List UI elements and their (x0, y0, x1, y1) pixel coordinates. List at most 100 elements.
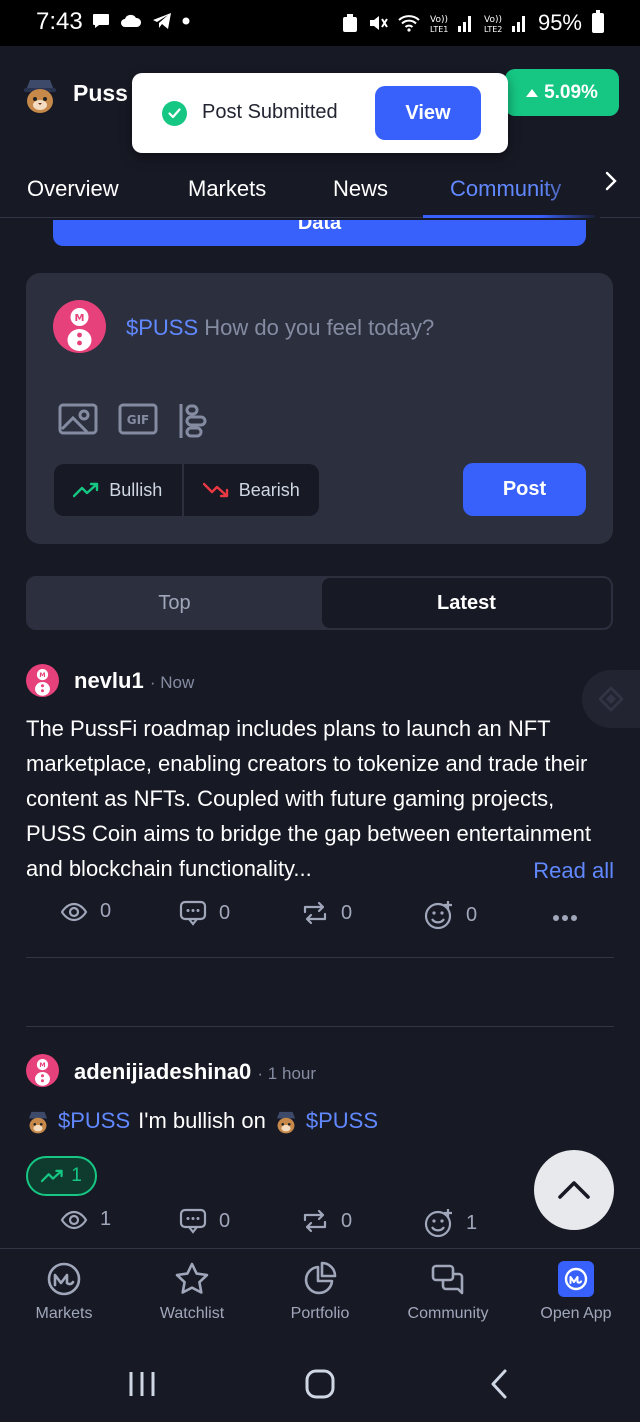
post-card[interactable]: M nevlu1 · Now The PussFi roadmap includ… (26, 662, 614, 932)
battery-icon (592, 10, 604, 33)
user-avatar: M (53, 300, 106, 353)
add-reaction-icon (424, 901, 452, 930)
battery-percent: 95% (537, 10, 582, 35)
composer-prompt[interactable]: $PUSS How do you feel today? (126, 315, 434, 341)
post-button[interactable]: Post (463, 463, 586, 516)
post-stats: 0 0 0 0 (26, 900, 614, 940)
svg-text:GIF: GIF (127, 413, 150, 427)
nav-community-label: Community (407, 1305, 489, 1322)
reposts-count: 0 (341, 901, 353, 924)
reactions-count: 1 (466, 1211, 478, 1234)
react-button[interactable]: 0 (424, 900, 477, 930)
cashtag-link[interactable]: $PUSS (58, 1103, 130, 1138)
nav-portfolio[interactable]: Portfolio (256, 1261, 384, 1323)
puss-coin-icon (276, 1111, 295, 1133)
image-icon[interactable] (58, 403, 98, 435)
side-floating-tab[interactable] (582, 670, 640, 728)
alarm-icon (342, 14, 357, 32)
svg-text:Vo)): Vo)) (484, 15, 502, 25)
repost-icon (303, 1209, 327, 1233)
nav-portfolio-label: Portfolio (290, 1305, 350, 1322)
bullish-count: 1 (71, 1165, 82, 1186)
svg-text:LTE1: LTE1 (430, 25, 448, 34)
gif-icon[interactable]: GIF (118, 403, 158, 435)
bottom-nav: Markets Watchlist Portfolio Community Op… (0, 1248, 640, 1344)
view-post-button[interactable]: View (375, 86, 481, 140)
tab-top[interactable]: Top (28, 578, 321, 628)
bearish-label: Bearish (238, 479, 300, 500)
repost-button[interactable]: 0 (301, 900, 352, 926)
svg-text:M: M (39, 1062, 45, 1069)
check-circle-icon (162, 101, 187, 126)
toast-message: Post Submitted (202, 101, 338, 123)
comment-button[interactable]: 0 (179, 1208, 230, 1234)
cmc-app-icon (558, 1261, 594, 1297)
author-name[interactable]: nevlu1 (74, 668, 144, 693)
price-change-value: 5.09% (544, 81, 598, 103)
diamond-icon (598, 686, 624, 712)
bullish-button[interactable]: Bullish (54, 464, 182, 516)
chevron-right-icon[interactable] (602, 169, 620, 193)
cashtag-link[interactable]: $PUSS (306, 1103, 378, 1138)
comment-button[interactable]: 0 (179, 900, 230, 926)
post-text: I'm bullish on (138, 1108, 266, 1133)
coin-name: Puss (73, 80, 128, 106)
data-button-label: Data (297, 220, 342, 234)
pie-chart-icon (304, 1261, 337, 1295)
nav-open-app[interactable]: Open App (512, 1261, 640, 1323)
add-reaction-icon (424, 1209, 452, 1238)
post-composer: M $PUSS How do you feel today? GIF Bulli… (26, 273, 613, 544)
puss-coin-logo (24, 80, 56, 113)
comment-icon (179, 1208, 207, 1234)
post-submitted-toast: Post Submitted View (132, 73, 508, 153)
coin-tabs: Overview Markets News Community (0, 142, 640, 218)
signal-lte1-icon: Vo))LTE1 (430, 15, 471, 34)
wifi-icon (398, 15, 420, 32)
cloud-icon (121, 14, 142, 27)
tab-latest[interactable]: Latest (322, 578, 611, 628)
trend-up-icon (73, 482, 99, 498)
read-all-link[interactable]: Read all (529, 853, 614, 888)
post-time: · 1 hour (257, 1064, 317, 1083)
views-count: 0 (100, 900, 112, 922)
more-options-icon[interactable] (552, 914, 578, 922)
eye-icon (60, 1210, 88, 1229)
system-nav-bar (0, 1344, 640, 1422)
post-stats: 1 0 0 1 (26, 1208, 614, 1248)
tab-news[interactable]: News (333, 176, 388, 202)
reposts-count: 0 (341, 1209, 353, 1232)
markets-icon (47, 1262, 81, 1296)
star-icon (175, 1262, 209, 1294)
poll-icon[interactable] (178, 403, 208, 439)
author-avatar[interactable]: M (26, 664, 59, 697)
bullish-badge[interactable]: 1 (26, 1156, 97, 1196)
author-avatar[interactable]: M (26, 1054, 59, 1087)
react-button[interactable]: 1 (424, 1208, 477, 1238)
composer-ticker: $PUSS (126, 315, 199, 340)
signal-lte2-icon: Vo))LTE2 (484, 15, 525, 34)
author-name[interactable]: adenijiadeshina0 (74, 1059, 251, 1084)
nav-watchlist-label: Watchlist (159, 1305, 225, 1322)
status-bar: 7:43 Vo)) LTE1 Vo)) LTE2 95% (0, 0, 640, 46)
comments-count: 0 (219, 1209, 231, 1232)
post-card[interactable]: M adenijiadeshina0 · 1 hour $PUSS I'm bu… (26, 1054, 614, 1244)
nav-community[interactable]: Community (384, 1261, 512, 1323)
repost-button[interactable]: 0 (301, 1208, 352, 1234)
back-icon[interactable] (489, 1369, 509, 1399)
puss-coin-icon (28, 1111, 48, 1133)
svg-text:LTE2: LTE2 (484, 25, 502, 34)
post-body: The PussFi roadmap includes plans to lau… (26, 716, 591, 881)
home-icon[interactable] (305, 1369, 335, 1399)
bearish-button[interactable]: Bearish (183, 464, 319, 516)
reactions-count: 0 (466, 903, 478, 926)
nav-markets[interactable]: Markets (0, 1261, 128, 1323)
tab-markets[interactable]: Markets (188, 176, 266, 202)
tab-overview[interactable]: Overview (27, 176, 119, 202)
recent-apps-icon[interactable] (128, 1371, 156, 1397)
nav-watchlist[interactable]: Watchlist (128, 1261, 256, 1323)
eye-icon (60, 902, 88, 921)
scroll-to-top-button[interactable] (534, 1150, 614, 1230)
post-body: $PUSS I'm bullish on $PUSS (26, 1103, 614, 1138)
data-button[interactable]: Data (53, 220, 586, 246)
post-divider (26, 957, 614, 958)
